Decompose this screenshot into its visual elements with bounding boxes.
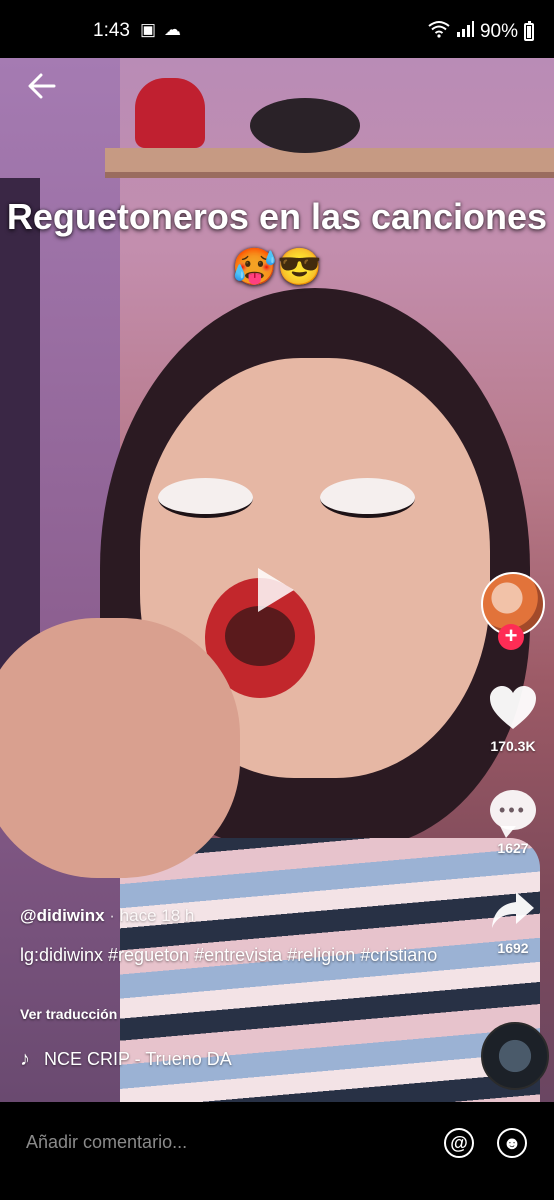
play-icon[interactable] — [258, 568, 294, 612]
post-username[interactable]: @didiwinx · hace 18 h — [20, 906, 194, 926]
image-icon: ▣ — [140, 20, 157, 39]
signal-icon — [456, 20, 474, 44]
follow-button[interactable]: + — [498, 624, 524, 650]
share-arrow-icon[interactable] — [473, 890, 553, 940]
heart-icon[interactable] — [488, 684, 538, 732]
comment-count: 1627 — [497, 840, 529, 856]
comment-bar: Añadir comentario... @ ☻ — [0, 1102, 554, 1200]
battery-icon — [524, 21, 534, 41]
wifi-icon — [428, 20, 450, 44]
like-count: 170.3K — [490, 738, 536, 754]
music-note-icon: ♪ — [20, 1048, 30, 1070]
battery-percent: 90% — [479, 21, 518, 42]
status-time: 1:43 — [93, 20, 130, 41]
weather-icon: ☁ — [164, 20, 181, 39]
music-title: NCE CRIP - Trueno DA — [44, 1049, 232, 1069]
status-bar: 1:43 ▣ ☁ 90% — [0, 0, 554, 58]
comment-button[interactable]: ••• 1627 — [473, 790, 553, 856]
mention-icon[interactable]: @ — [444, 1128, 474, 1158]
video-caption: Reguetoneros en las canciones 🥵😎 — [6, 196, 548, 287]
music-ticker[interactable]: ♪ NCE CRIP - Trueno DA — [20, 1048, 270, 1071]
share-count: 1692 — [497, 940, 529, 956]
comment-input[interactable]: Añadir comentario... — [26, 1132, 187, 1153]
emoji-icon[interactable]: ☻ — [497, 1128, 527, 1158]
post-time: · hace 18 h — [104, 906, 195, 925]
like-button[interactable]: 170.3K — [473, 684, 553, 754]
share-button[interactable]: 1692 — [473, 890, 553, 956]
music-disc[interactable] — [481, 1022, 549, 1090]
translate-link[interactable]: Ver traducción — [20, 1006, 117, 1022]
status-right: 90% — [428, 20, 534, 44]
comment-icon[interactable]: ••• — [490, 790, 536, 838]
post-description[interactable]: lg:didiwinx #regueton #entrevista #relig… — [20, 940, 460, 970]
back-arrow-icon[interactable] — [28, 72, 56, 104]
